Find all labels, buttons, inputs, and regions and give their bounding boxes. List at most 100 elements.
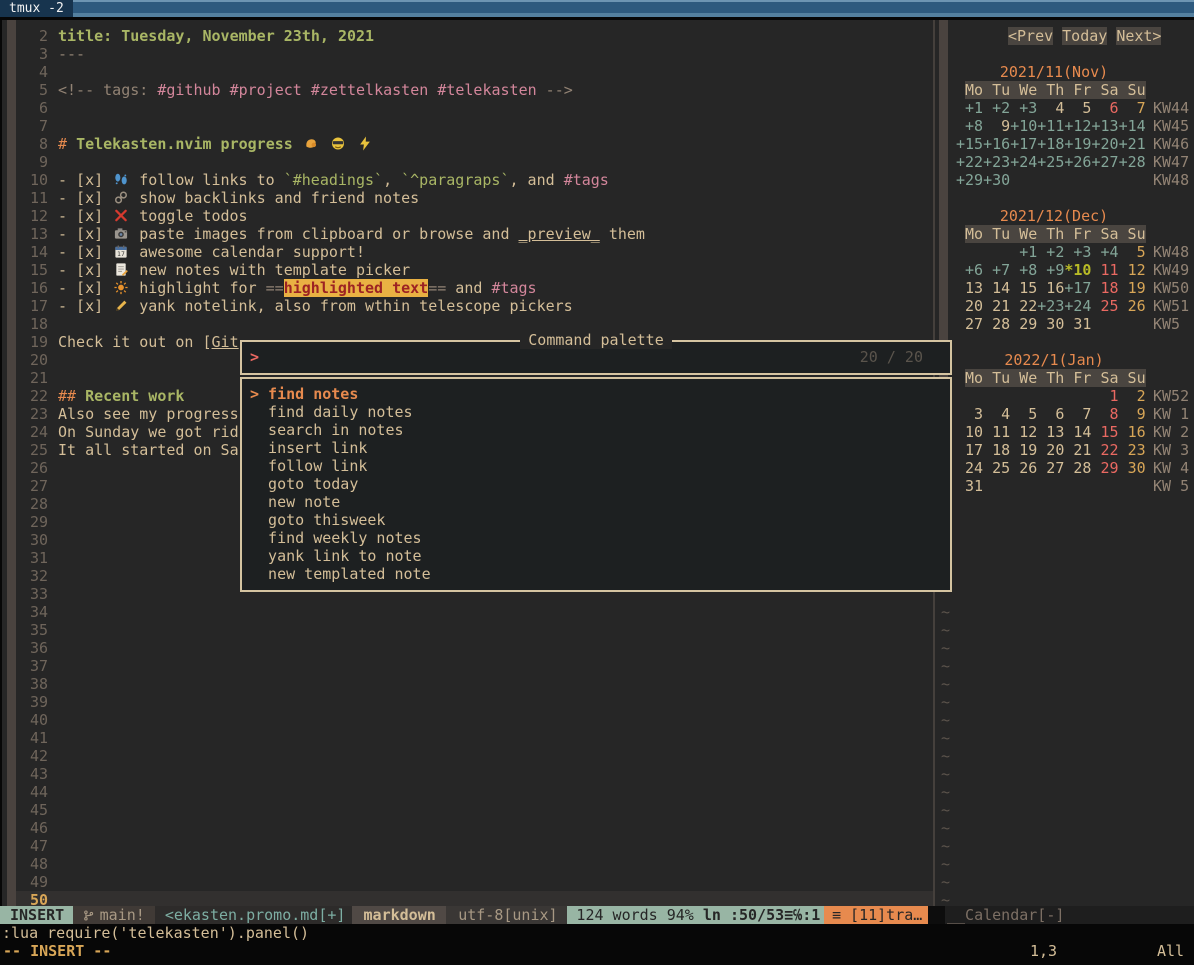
calendar-day[interactable]: +2 [1037, 243, 1064, 261]
calendar-day[interactable]: 25 [983, 459, 1010, 477]
calendar-day[interactable]: 26 [1010, 459, 1037, 477]
calendar-day[interactable]: +13 [1091, 117, 1118, 135]
calendar-day[interactable]: 16 [1037, 279, 1064, 297]
calendar-prev-button[interactable]: <Prev [1008, 27, 1053, 45]
calendar-day[interactable]: +17 [1010, 135, 1037, 153]
palette-item[interactable]: search in notes [242, 421, 950, 439]
calendar-day[interactable]: +21 [1119, 135, 1146, 153]
palette-item[interactable]: > find notes [242, 385, 950, 403]
calendar-day[interactable]: 2 [1119, 387, 1146, 405]
calendar-day[interactable]: 7 [1119, 99, 1146, 117]
calendar-day[interactable]: +10 [1010, 117, 1037, 135]
palette-item[interactable]: new templated note [242, 565, 950, 583]
calendar-day[interactable]: +18 [1037, 135, 1064, 153]
calendar-day[interactable]: +14 [1119, 117, 1146, 135]
calendar-day[interactable]: 28 [1064, 459, 1091, 477]
calendar-day[interactable]: 5 [1064, 99, 1091, 117]
calendar-window[interactable]: <Prev Today Next> 2021/11(Nov)Mo Tu We T… [935, 20, 1194, 906]
calendar-day[interactable]: +17 [1064, 279, 1091, 297]
calendar-day[interactable]: +23 [1037, 297, 1064, 315]
calendar-day[interactable]: +3 [1010, 99, 1037, 117]
calendar-day[interactable]: 12 [1010, 423, 1037, 441]
calendar-day[interactable]: *10 [1064, 261, 1091, 279]
palette-item[interactable]: yank link to note [242, 547, 950, 565]
calendar-day[interactable]: 12 [1119, 261, 1146, 279]
calendar-day[interactable]: +23 [983, 153, 1010, 171]
calendar-day[interactable]: +16 [983, 135, 1010, 153]
calendar-day[interactable]: 14 [983, 279, 1010, 297]
calendar-day[interactable]: +8 [956, 117, 983, 135]
calendar-day[interactable]: 4 [983, 405, 1010, 423]
calendar-day[interactable]: 6 [1091, 99, 1118, 117]
calendar-day[interactable]: +4 [1091, 243, 1118, 261]
calendar-day[interactable]: +11 [1037, 117, 1064, 135]
calendar-day[interactable]: +24 [1064, 297, 1091, 315]
calendar-day[interactable]: +3 [1064, 243, 1091, 261]
calendar-day[interactable]: 15 [1010, 279, 1037, 297]
calendar-day[interactable]: 9 [983, 117, 1010, 135]
calendar-day[interactable]: 23 [1119, 441, 1146, 459]
calendar-day[interactable]: 15 [1091, 423, 1118, 441]
calendar-day[interactable]: +1 [956, 99, 983, 117]
calendar-day[interactable]: +7 [983, 261, 1010, 279]
calendar-day[interactable]: 29 [1091, 459, 1118, 477]
calendar-day[interactable]: 14 [1064, 423, 1091, 441]
calendar-day[interactable]: 17 [956, 441, 983, 459]
calendar-day[interactable]: 30 [1037, 315, 1064, 333]
git-branch[interactable]: main! [73, 906, 155, 924]
calendar-next-button[interactable]: Next> [1116, 27, 1161, 45]
calendar-day[interactable]: +30 [983, 171, 1010, 189]
calendar-day[interactable]: +12 [1064, 117, 1091, 135]
calendar-day[interactable]: 4 [1037, 99, 1064, 117]
palette-item[interactable]: new note [242, 493, 950, 511]
palette-item[interactable]: goto thisweek [242, 511, 950, 529]
calendar-day[interactable]: 22 [1091, 441, 1118, 459]
calendar-day[interactable]: 13 [956, 279, 983, 297]
calendar-day[interactable]: 10 [956, 423, 983, 441]
calendar-day[interactable]: 13 [1037, 423, 1064, 441]
calendar-day[interactable]: 20 [956, 297, 983, 315]
calendar-day[interactable]: +29 [956, 171, 983, 189]
calendar-day[interactable]: +26 [1064, 153, 1091, 171]
calendar-day[interactable]: 22 [1010, 297, 1037, 315]
calendar-day[interactable]: 31 [1064, 315, 1091, 333]
calendar-day[interactable]: 1 [1091, 387, 1118, 405]
calendar-day[interactable]: 11 [983, 423, 1010, 441]
calendar-day[interactable]: 5 [1010, 405, 1037, 423]
calendar-day[interactable]: 28 [983, 315, 1010, 333]
calendar-day[interactable]: +28 [1119, 153, 1146, 171]
calendar-day[interactable]: 30 [1119, 459, 1146, 477]
calendar-day[interactable]: +24 [1010, 153, 1037, 171]
calendar-day[interactable]: +22 [956, 153, 983, 171]
calendar-day[interactable]: 5 [1119, 243, 1146, 261]
palette-item[interactable]: follow link [242, 457, 950, 475]
calendar-day[interactable]: 27 [1037, 459, 1064, 477]
calendar-day[interactable]: 26 [1119, 297, 1146, 315]
calendar-day[interactable]: +8 [1010, 261, 1037, 279]
calendar-day[interactable]: 25 [1091, 297, 1118, 315]
calendar-day[interactable]: 24 [956, 459, 983, 477]
calendar-day[interactable]: 31 [956, 477, 983, 495]
calendar-today-button[interactable]: Today [1062, 27, 1107, 45]
calendar-day[interactable]: 9 [1119, 405, 1146, 423]
calendar-day[interactable]: 19 [1010, 441, 1037, 459]
palette-item[interactable]: find weekly notes [242, 529, 950, 547]
calendar-day[interactable]: 8 [1091, 405, 1118, 423]
palette-item[interactable]: find daily notes [242, 403, 950, 421]
tmux-window-tab[interactable]: tmux -2 [0, 0, 73, 17]
calendar-day[interactable]: +9 [1037, 261, 1064, 279]
calendar-day[interactable]: 6 [1037, 405, 1064, 423]
calendar-day[interactable]: 7 [1064, 405, 1091, 423]
calendar-day[interactable]: +25 [1037, 153, 1064, 171]
calendar-day[interactable]: +2 [983, 99, 1010, 117]
calendar-day[interactable]: +6 [956, 261, 983, 279]
calendar-day[interactable]: +20 [1091, 135, 1118, 153]
calendar-day[interactable]: +27 [1091, 153, 1118, 171]
calendar-day[interactable]: +1 [1010, 243, 1037, 261]
calendar-day[interactable]: +19 [1064, 135, 1091, 153]
filename[interactable]: <ekasten.promo.md[+] [155, 906, 352, 924]
command-line[interactable]: :lua require('telekasten').panel() [2, 924, 309, 942]
calendar-day[interactable]: 18 [1091, 279, 1118, 297]
calendar-day[interactable]: 18 [983, 441, 1010, 459]
calendar-day[interactable]: 21 [983, 297, 1010, 315]
